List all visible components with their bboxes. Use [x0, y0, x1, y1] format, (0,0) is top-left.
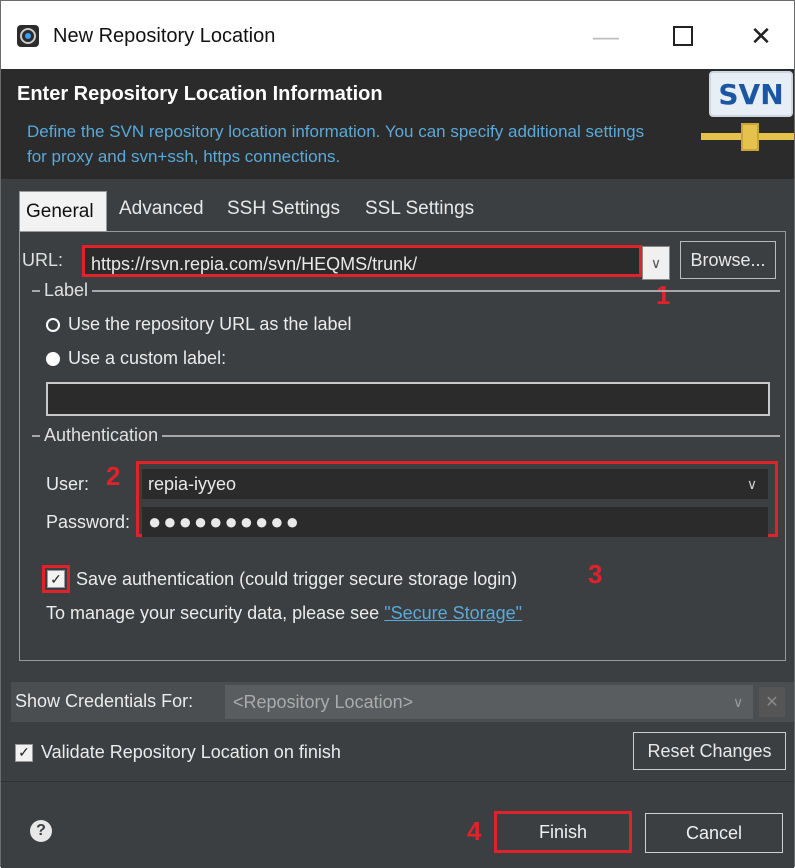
- wizard-header: Enter Repository Location Information De…: [1, 69, 794, 179]
- credentials-select[interactable]: <Repository Location>: [225, 685, 753, 719]
- help-icon[interactable]: ?: [30, 820, 52, 842]
- title-bar: New Repository Location — ✕: [1, 1, 794, 69]
- tab-advanced[interactable]: Advanced: [113, 191, 219, 227]
- authentication-group-title: Authentication: [40, 425, 163, 446]
- tab-advanced-label: Advanced: [119, 198, 204, 219]
- url-input[interactable]: https://rsvn.repia.com/svn/HEQMS/trunk/: [82, 245, 642, 277]
- chevron-down-icon: ∨: [733, 694, 744, 710]
- delete-credentials-button[interactable]: ✕: [759, 687, 785, 717]
- minimize-button[interactable]: —: [576, 11, 636, 61]
- eclipse-app-icon: [17, 25, 39, 47]
- tab-ssh-settings[interactable]: SSH Settings: [221, 191, 359, 227]
- secure-storage-link[interactable]: "Secure Storage": [384, 603, 522, 624]
- radio-use-repo-url-label: Use the repository URL as the label: [68, 314, 352, 334]
- manage-security-label: To manage your security data, please see: [46, 603, 380, 623]
- wizard-content: General Advanced SSH Settings SSL Settin…: [9, 186, 794, 778]
- page-title: Enter Repository Location Information: [17, 83, 383, 105]
- tab-general-label: General: [26, 200, 94, 222]
- user-dropdown-icon[interactable]: ∨: [740, 471, 764, 497]
- page-description: Define the SVN repository location infor…: [27, 122, 645, 166]
- close-button[interactable]: ✕: [731, 11, 791, 61]
- checkmark-icon: ✓: [47, 570, 65, 588]
- tab-ssl-settings[interactable]: SSL Settings: [359, 191, 491, 227]
- user-input[interactable]: repia-iyyeo: [142, 469, 768, 499]
- label-group: Label Use the repository URL as the labe…: [32, 280, 780, 420]
- password-input[interactable]: ●●●●●●●●●●: [142, 507, 768, 537]
- label-group-title: Label: [40, 280, 93, 301]
- radio-use-custom-label[interactable]: Use a custom label:: [46, 348, 226, 369]
- svn-logo-text: SVN: [709, 71, 793, 117]
- url-label: URL:: [22, 250, 64, 270]
- radio-use-custom-label-label: Use a custom label:: [68, 348, 227, 368]
- manage-security-text: To manage your security data, please see…: [46, 603, 522, 624]
- general-tab-panel: URL: https://rsvn.repia.com/svn/HEQMS/tr…: [19, 231, 786, 661]
- browse-button[interactable]: Browse...: [680, 241, 776, 279]
- radio-selected-icon: [46, 317, 60, 332]
- button-bar: ? 4 Finish Cancel: [1, 781, 794, 868]
- url-dropdown-button[interactable]: ∨: [642, 246, 670, 280]
- show-credentials-row: Show Credentials For: <Repository Locati…: [11, 682, 794, 722]
- tab-general[interactable]: General: [19, 191, 107, 231]
- finish-button[interactable]: Finish: [494, 811, 632, 853]
- tab-ssl-label: SSL Settings: [365, 198, 475, 219]
- custom-label-input[interactable]: [46, 382, 770, 416]
- annotation-marker-4: 4: [467, 816, 482, 846]
- annotation-marker-3: 3: [588, 559, 603, 589]
- save-authentication-label: Save authentication (could trigger secur…: [76, 568, 518, 589]
- validate-location-checkbox[interactable]: ✓ Validate Repository Location on finish: [15, 742, 341, 763]
- authentication-group: Authentication 2 User: repia-iyyeo ∨ Pas…: [32, 425, 780, 653]
- checkbox-highlight: ✓: [42, 565, 70, 593]
- reset-changes-button[interactable]: Reset Changes: [633, 732, 786, 770]
- window-title: New Repository Location: [53, 25, 276, 47]
- save-authentication-checkbox[interactable]: ✓ Save authentication (could trigger sec…: [42, 565, 517, 593]
- dialog-window: New Repository Location — ✕ Enter Reposi…: [0, 0, 795, 868]
- chevron-down-icon: ∨: [650, 254, 662, 271]
- maximize-icon: [673, 26, 693, 46]
- validate-location-label: Validate Repository Location on finish: [41, 742, 341, 762]
- radio-unselected-icon: [46, 351, 60, 366]
- radio-use-repo-url[interactable]: Use the repository URL as the label: [46, 314, 351, 335]
- cancel-button[interactable]: Cancel: [645, 813, 783, 853]
- password-label: Password:: [46, 512, 131, 532]
- checkmark-icon: ✓: [15, 743, 33, 762]
- tab-ssh-label: SSH Settings: [227, 198, 340, 219]
- show-credentials-label: Show Credentials For:: [15, 691, 194, 711]
- svn-logo: SVN: [701, 69, 794, 179]
- user-label: User:: [46, 474, 90, 494]
- maximize-button[interactable]: [653, 11, 713, 61]
- annotation-marker-2: 2: [106, 461, 121, 491]
